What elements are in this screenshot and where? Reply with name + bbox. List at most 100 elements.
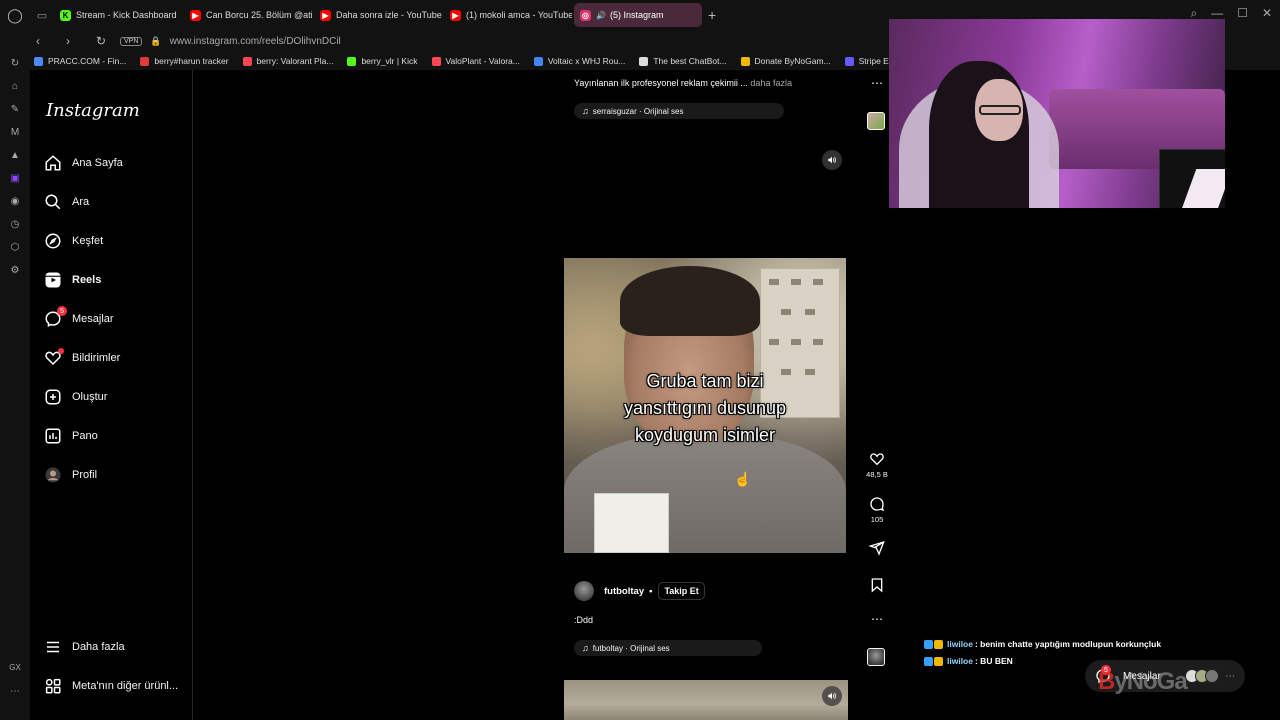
- tab-instagram[interactable]: ◎ 🔊 (5) Instagram: [574, 3, 702, 27]
- nav-label: Pano: [72, 430, 98, 442]
- share-button[interactable]: [864, 540, 890, 559]
- nav-profile[interactable]: Profil: [44, 462, 97, 488]
- nav-reels[interactable]: Reels: [44, 267, 101, 293]
- gx-icon[interactable]: GX: [0, 656, 30, 679]
- bookmark-item[interactable]: berry: Valorant Pla...: [242, 56, 333, 66]
- nav-home[interactable]: Ana Sayfa: [44, 150, 123, 176]
- prev-reel-caption[interactable]: Yayınlanan ilk profesyonel reklam çekimi…: [574, 78, 792, 88]
- speaker-icon[interactable]: 🔊: [596, 11, 606, 20]
- tab-label: Daha sonra izle - YouTube: [336, 10, 442, 20]
- prev-more-options-icon[interactable]: ⋯: [864, 76, 890, 90]
- bag-icon[interactable]: ⌂: [0, 75, 30, 98]
- plus-square-icon: [44, 388, 62, 406]
- sound-toggle-button[interactable]: [822, 150, 842, 170]
- reel-author: futboltay • Takip Et: [574, 581, 705, 601]
- tab-youtube-2[interactable]: ▶ Daha sonra izle - YouTube: [314, 3, 442, 27]
- nav-label: Profil: [72, 469, 98, 481]
- follow-button[interactable]: Takip Et: [658, 582, 705, 600]
- menu-icon: [44, 638, 62, 656]
- tab-youtube-1[interactable]: ▶ Can Borcu 25. Bölüm @ati: [184, 3, 312, 27]
- send-icon: [869, 540, 885, 556]
- bookmark-item[interactable]: Donate ByNoGam...: [740, 56, 831, 66]
- tab-label: Can Borcu 25. Bölüm @ati: [206, 10, 312, 20]
- more-icon: ⋯: [1225, 670, 1235, 682]
- comment-button[interactable]: 105: [864, 496, 890, 524]
- tab-youtube-3[interactable]: ▶ (1) mokoli amca - YouTube: [444, 3, 572, 27]
- box-icon[interactable]: ⬡: [0, 236, 30, 259]
- next-sound-toggle-button[interactable]: [822, 686, 842, 706]
- tab-overview-icon[interactable]: ▭: [30, 9, 54, 22]
- like-button[interactable]: 48,5 B: [864, 451, 890, 479]
- vpn-badge[interactable]: VPN: [120, 36, 143, 46]
- chat-badge-icon: [934, 639, 943, 649]
- bookmark-label: Voltaic x WHJ Rou...: [547, 56, 626, 66]
- video-id-card: [594, 493, 669, 553]
- lock-icon[interactable]: 🔒: [150, 36, 161, 47]
- new-tab-button[interactable]: +: [708, 7, 716, 23]
- speaker-icon: [828, 156, 836, 164]
- settings-icon[interactable]: ⚙: [0, 259, 30, 282]
- watermark-text: yNoGa: [1114, 668, 1187, 695]
- more-icon[interactable]: ⋯: [0, 680, 30, 703]
- nav-more[interactable]: Daha fazla: [44, 634, 125, 660]
- nav-label: Oluştur: [72, 391, 108, 403]
- nav-notifications[interactable]: Bildirimler: [44, 345, 120, 371]
- bookmark-item[interactable]: berry#harun tracker: [140, 56, 229, 66]
- tab-label: (5) Instagram: [609, 10, 664, 20]
- history-icon[interactable]: ↻: [0, 52, 30, 75]
- compass-icon: [44, 232, 62, 250]
- prev-reel-audio[interactable]: ♫ serraisguzar · Orijinal ses: [574, 103, 784, 119]
- author-username[interactable]: futboltay: [604, 586, 644, 597]
- caption-text: Yayınlanan ilk profesyonel reklam çekimi…: [574, 78, 748, 88]
- opera-logo-icon[interactable]: ◯: [0, 0, 30, 30]
- url-field[interactable]: www.instagram.com/reels/DOlihvnDCil: [170, 36, 341, 47]
- watermark-letter: B: [1098, 668, 1115, 695]
- next-reel-video[interactable]: [564, 680, 848, 720]
- reel-video[interactable]: Gruba tam bizi yansıttıgını dusunup koyd…: [564, 258, 846, 553]
- instagram-logo[interactable]: Instagram: [46, 100, 140, 121]
- more-link[interactable]: daha fazla: [750, 78, 792, 88]
- nav-create[interactable]: Oluştur: [44, 384, 107, 410]
- pen-icon[interactable]: ✎: [0, 98, 30, 121]
- bookmark-item[interactable]: berry_vlr | Kick: [347, 56, 418, 66]
- nav-explore[interactable]: Keşfet: [44, 228, 103, 254]
- reload-icon[interactable]: ↻: [96, 34, 112, 48]
- chat-badge-icon: [934, 656, 943, 666]
- bookmark-label: Donate ByNoGam...: [754, 56, 831, 66]
- overlay-line: yansıttıgını dusunup: [623, 398, 787, 418]
- avatar[interactable]: [574, 581, 594, 601]
- twitch-icon[interactable]: ▣: [0, 167, 30, 190]
- bookmark-item[interactable]: PRACC.COM - Fin...: [34, 56, 126, 66]
- separator: •: [649, 585, 653, 597]
- reel-audio[interactable]: ♫ futboltay · Orijinal ses: [574, 640, 762, 656]
- nav-dashboard[interactable]: Pano: [44, 423, 98, 449]
- webcam-glasses: [979, 105, 1021, 115]
- player-icon[interactable]: ◉: [0, 190, 30, 213]
- tab-kick[interactable]: K Stream - Kick Dashboard: [54, 3, 182, 27]
- nav-search[interactable]: Ara: [44, 189, 89, 215]
- tab-label: Stream - Kick Dashboard: [76, 10, 177, 20]
- bookmark-icon: [844, 56, 854, 66]
- maximize-icon[interactable]: ☐: [1237, 6, 1248, 21]
- chat-username: liwiloe: [947, 639, 973, 649]
- music-note-icon: ♫: [582, 643, 589, 653]
- prev-audio-thumbnail[interactable]: [867, 112, 885, 130]
- forward-icon[interactable]: ›: [66, 34, 82, 48]
- clock-icon[interactable]: ◷: [0, 213, 30, 236]
- nav-meta-products[interactable]: Meta'nın diğer ürünl...: [44, 673, 178, 699]
- tab-label: (1) mokoli amca - YouTube: [466, 10, 572, 20]
- bookmark-icon: [140, 56, 150, 66]
- audio-thumbnail[interactable]: [867, 648, 885, 666]
- bookmark-item[interactable]: The best ChatBot...: [639, 56, 727, 66]
- gmail-icon[interactable]: M: [0, 121, 30, 144]
- aria-icon[interactable]: ▲: [0, 144, 30, 167]
- reel-caption[interactable]: :Ddd: [574, 615, 593, 625]
- more-options-icon[interactable]: ⋯: [864, 612, 890, 626]
- nav-messages[interactable]: 5 Mesajlar: [44, 306, 114, 332]
- bookmark-item[interactable]: Voltaic x WHJ Rou...: [533, 56, 626, 66]
- close-icon[interactable]: ✕: [1262, 6, 1272, 21]
- bookmark-item[interactable]: ValoPlant - Valora...: [431, 56, 520, 66]
- back-icon[interactable]: ‹: [36, 34, 52, 48]
- instagram-sidebar: Instagram Ana Sayfa Ara Keşfet Reels 5 M…: [30, 70, 193, 720]
- save-button[interactable]: [864, 577, 890, 596]
